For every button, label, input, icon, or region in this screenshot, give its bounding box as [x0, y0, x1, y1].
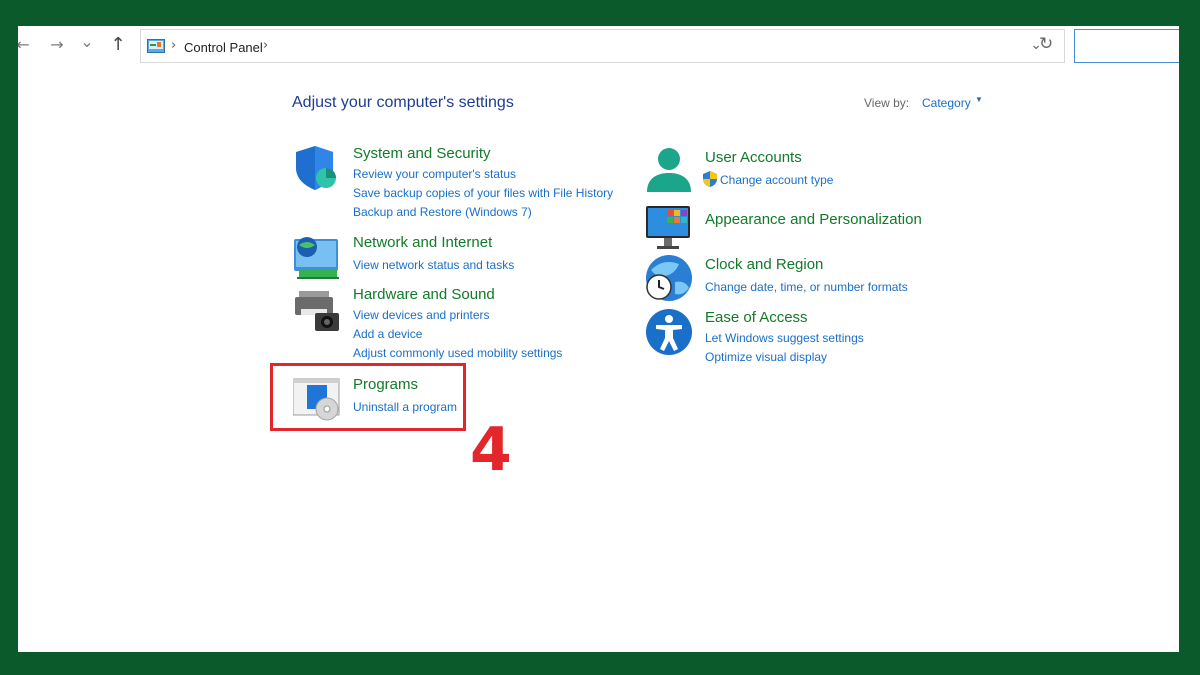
- file-history-link[interactable]: Save backup copies of your files with Fi…: [353, 186, 613, 200]
- control-panel-icon: [147, 39, 165, 53]
- add-device-link[interactable]: Add a device: [353, 327, 422, 341]
- back-icon[interactable]: ←: [18, 34, 34, 56]
- ease-of-access-title[interactable]: Ease of Access: [705, 309, 808, 326]
- devices-printers-link[interactable]: View devices and printers: [353, 308, 490, 322]
- user-icon: [647, 148, 691, 192]
- recent-locations-icon[interactable]: ⌄: [76, 31, 98, 53]
- navigation-toolbar: ← → ⌄ ↑ › Control Panel › ⌄ ↻: [18, 26, 1179, 66]
- step-number-annotation: 4: [470, 415, 512, 485]
- up-icon[interactable]: ↑: [107, 34, 129, 56]
- accessibility-icon: [646, 309, 692, 355]
- optimize-display-link[interactable]: Optimize visual display: [705, 350, 827, 364]
- refresh-icon[interactable]: ↻: [1039, 34, 1053, 54]
- system-security-title[interactable]: System and Security: [353, 145, 491, 162]
- monitor-palette-icon: [646, 206, 690, 249]
- review-status-link[interactable]: Review your computer's status: [353, 167, 516, 181]
- shield-icon: [296, 146, 336, 190]
- hardware-sound-title[interactable]: Hardware and Sound: [353, 286, 495, 303]
- view-by-dropdown[interactable]: Category: [922, 96, 971, 110]
- network-internet-title[interactable]: Network and Internet: [353, 234, 492, 251]
- backup-restore-link[interactable]: Backup and Restore (Windows 7): [353, 205, 532, 219]
- forward-icon[interactable]: →: [46, 34, 68, 56]
- caret-down-icon[interactable]: ▼: [975, 95, 983, 104]
- uac-shield-icon: [703, 171, 717, 187]
- view-by-label: View by:: [864, 96, 910, 110]
- appearance-title[interactable]: Appearance and Personalization: [705, 211, 922, 228]
- breadcrumb-control-panel[interactable]: Control Panel: [184, 40, 263, 55]
- user-accounts-title[interactable]: User Accounts: [705, 149, 802, 166]
- breadcrumb-separator: ›: [171, 38, 177, 53]
- globe-clock-icon: [646, 255, 692, 301]
- breadcrumb-separator[interactable]: ›: [263, 38, 268, 53]
- mobility-settings-link[interactable]: Adjust commonly used mobility settings: [353, 346, 562, 360]
- address-bar[interactable]: › Control Panel › ⌄: [140, 29, 1065, 63]
- suggest-settings-link[interactable]: Let Windows suggest settings: [705, 331, 864, 345]
- change-account-type-link[interactable]: Change account type: [720, 173, 833, 187]
- page-title: Adjust your computer's settings: [292, 94, 514, 111]
- control-panel-window: ← → ⌄ ↑ › Control Panel › ⌄ ↻ Adjust you…: [18, 26, 1179, 652]
- clock-region-title[interactable]: Clock and Region: [705, 256, 823, 273]
- search-input[interactable]: [1074, 29, 1179, 63]
- date-time-formats-link[interactable]: Change date, time, or number formats: [705, 280, 908, 294]
- network-status-link[interactable]: View network status and tasks: [353, 258, 514, 272]
- programs-highlight-box: [270, 363, 466, 431]
- printer-camera-icon: [295, 291, 339, 331]
- network-globe-icon: [294, 237, 339, 279]
